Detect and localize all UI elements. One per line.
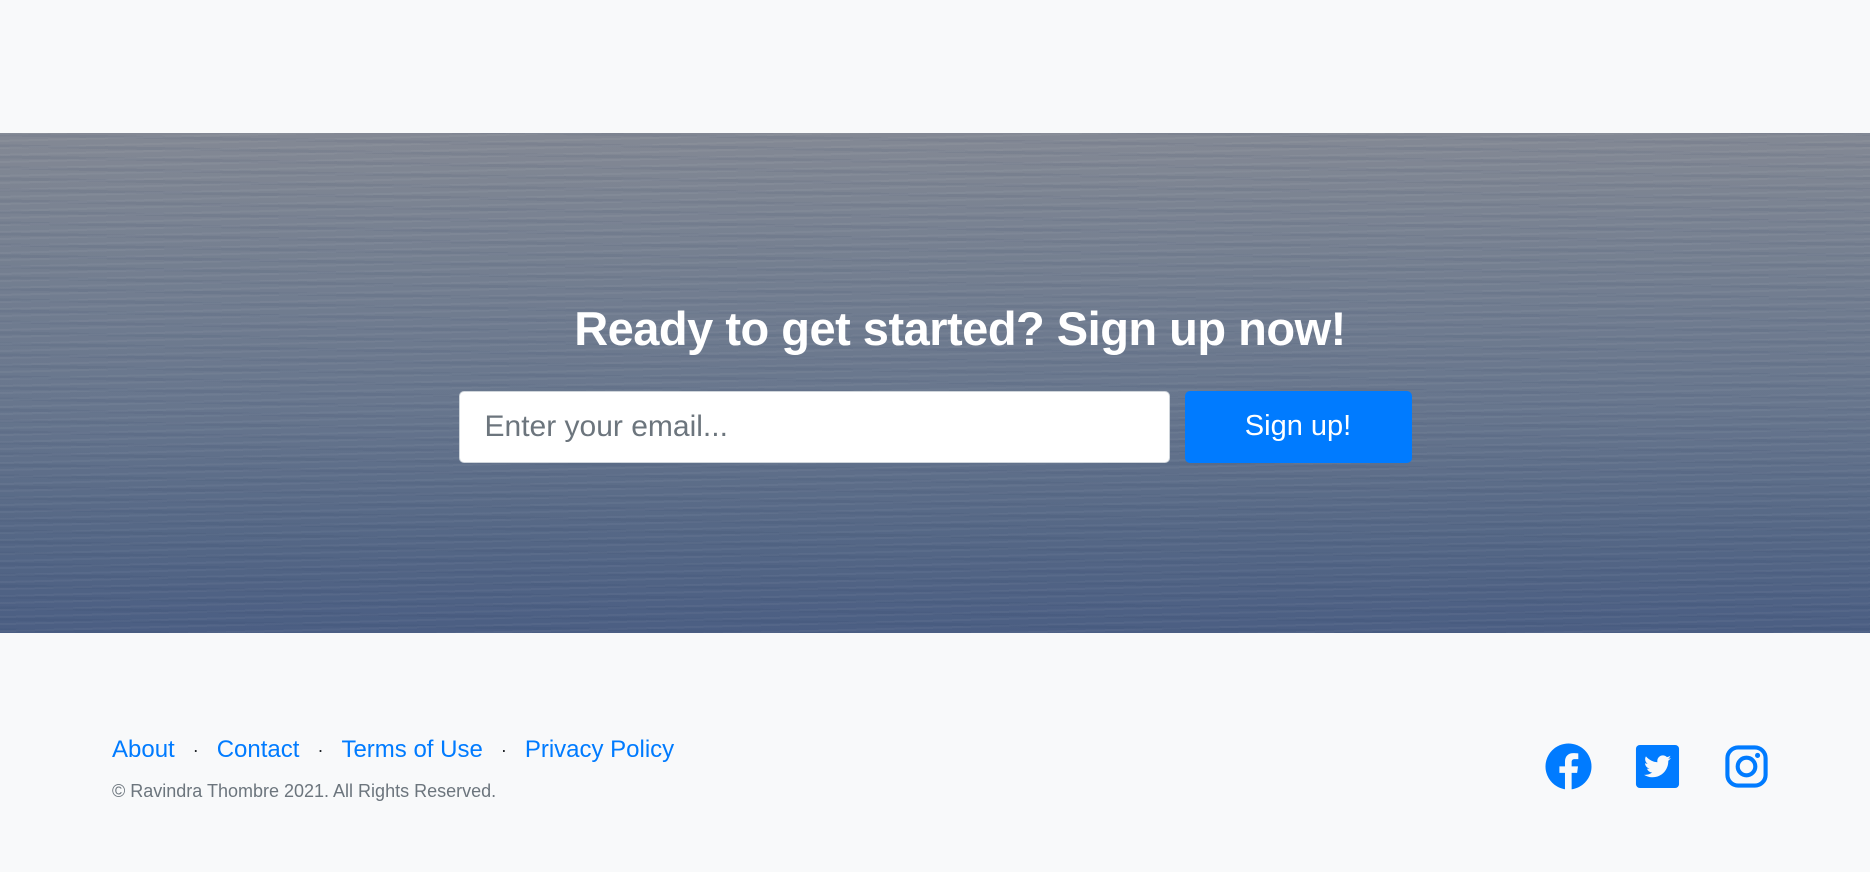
footer: About · Contact · Terms of Use · Privacy… — [0, 633, 1870, 872]
about-link[interactable]: About — [112, 736, 175, 764]
terms-of-use-link[interactable]: Terms of Use — [341, 736, 482, 764]
cta-content: Ready to get started? Sign up now! Sign … — [0, 133, 1870, 463]
copyright-text: © Ravindra Thombre 2021. All Rights Rese… — [112, 781, 497, 801]
facebook-icon[interactable] — [1545, 743, 1592, 790]
email-input[interactable] — [458, 390, 1170, 463]
instagram-icon[interactable] — [1723, 743, 1770, 790]
social-links — [1545, 743, 1770, 790]
signup-button[interactable]: Sign up! — [1184, 390, 1412, 463]
separator: · — [192, 739, 199, 760]
separator: · — [317, 739, 324, 760]
contact-link[interactable]: Contact — [217, 736, 300, 764]
twitter-icon[interactable] — [1634, 743, 1681, 790]
signup-call-to-action: Ready to get started? Sign up now! Sign … — [0, 133, 1870, 633]
cta-title: Ready to get started? Sign up now! — [574, 302, 1346, 355]
separator: · — [500, 739, 507, 760]
signup-form: Sign up! — [458, 390, 1412, 463]
privacy-policy-link[interactable]: Privacy Policy — [525, 736, 674, 764]
top-spacer — [0, 0, 1870, 133]
footer-nav: About · Contact · Terms of Use · Privacy… — [112, 736, 674, 764]
